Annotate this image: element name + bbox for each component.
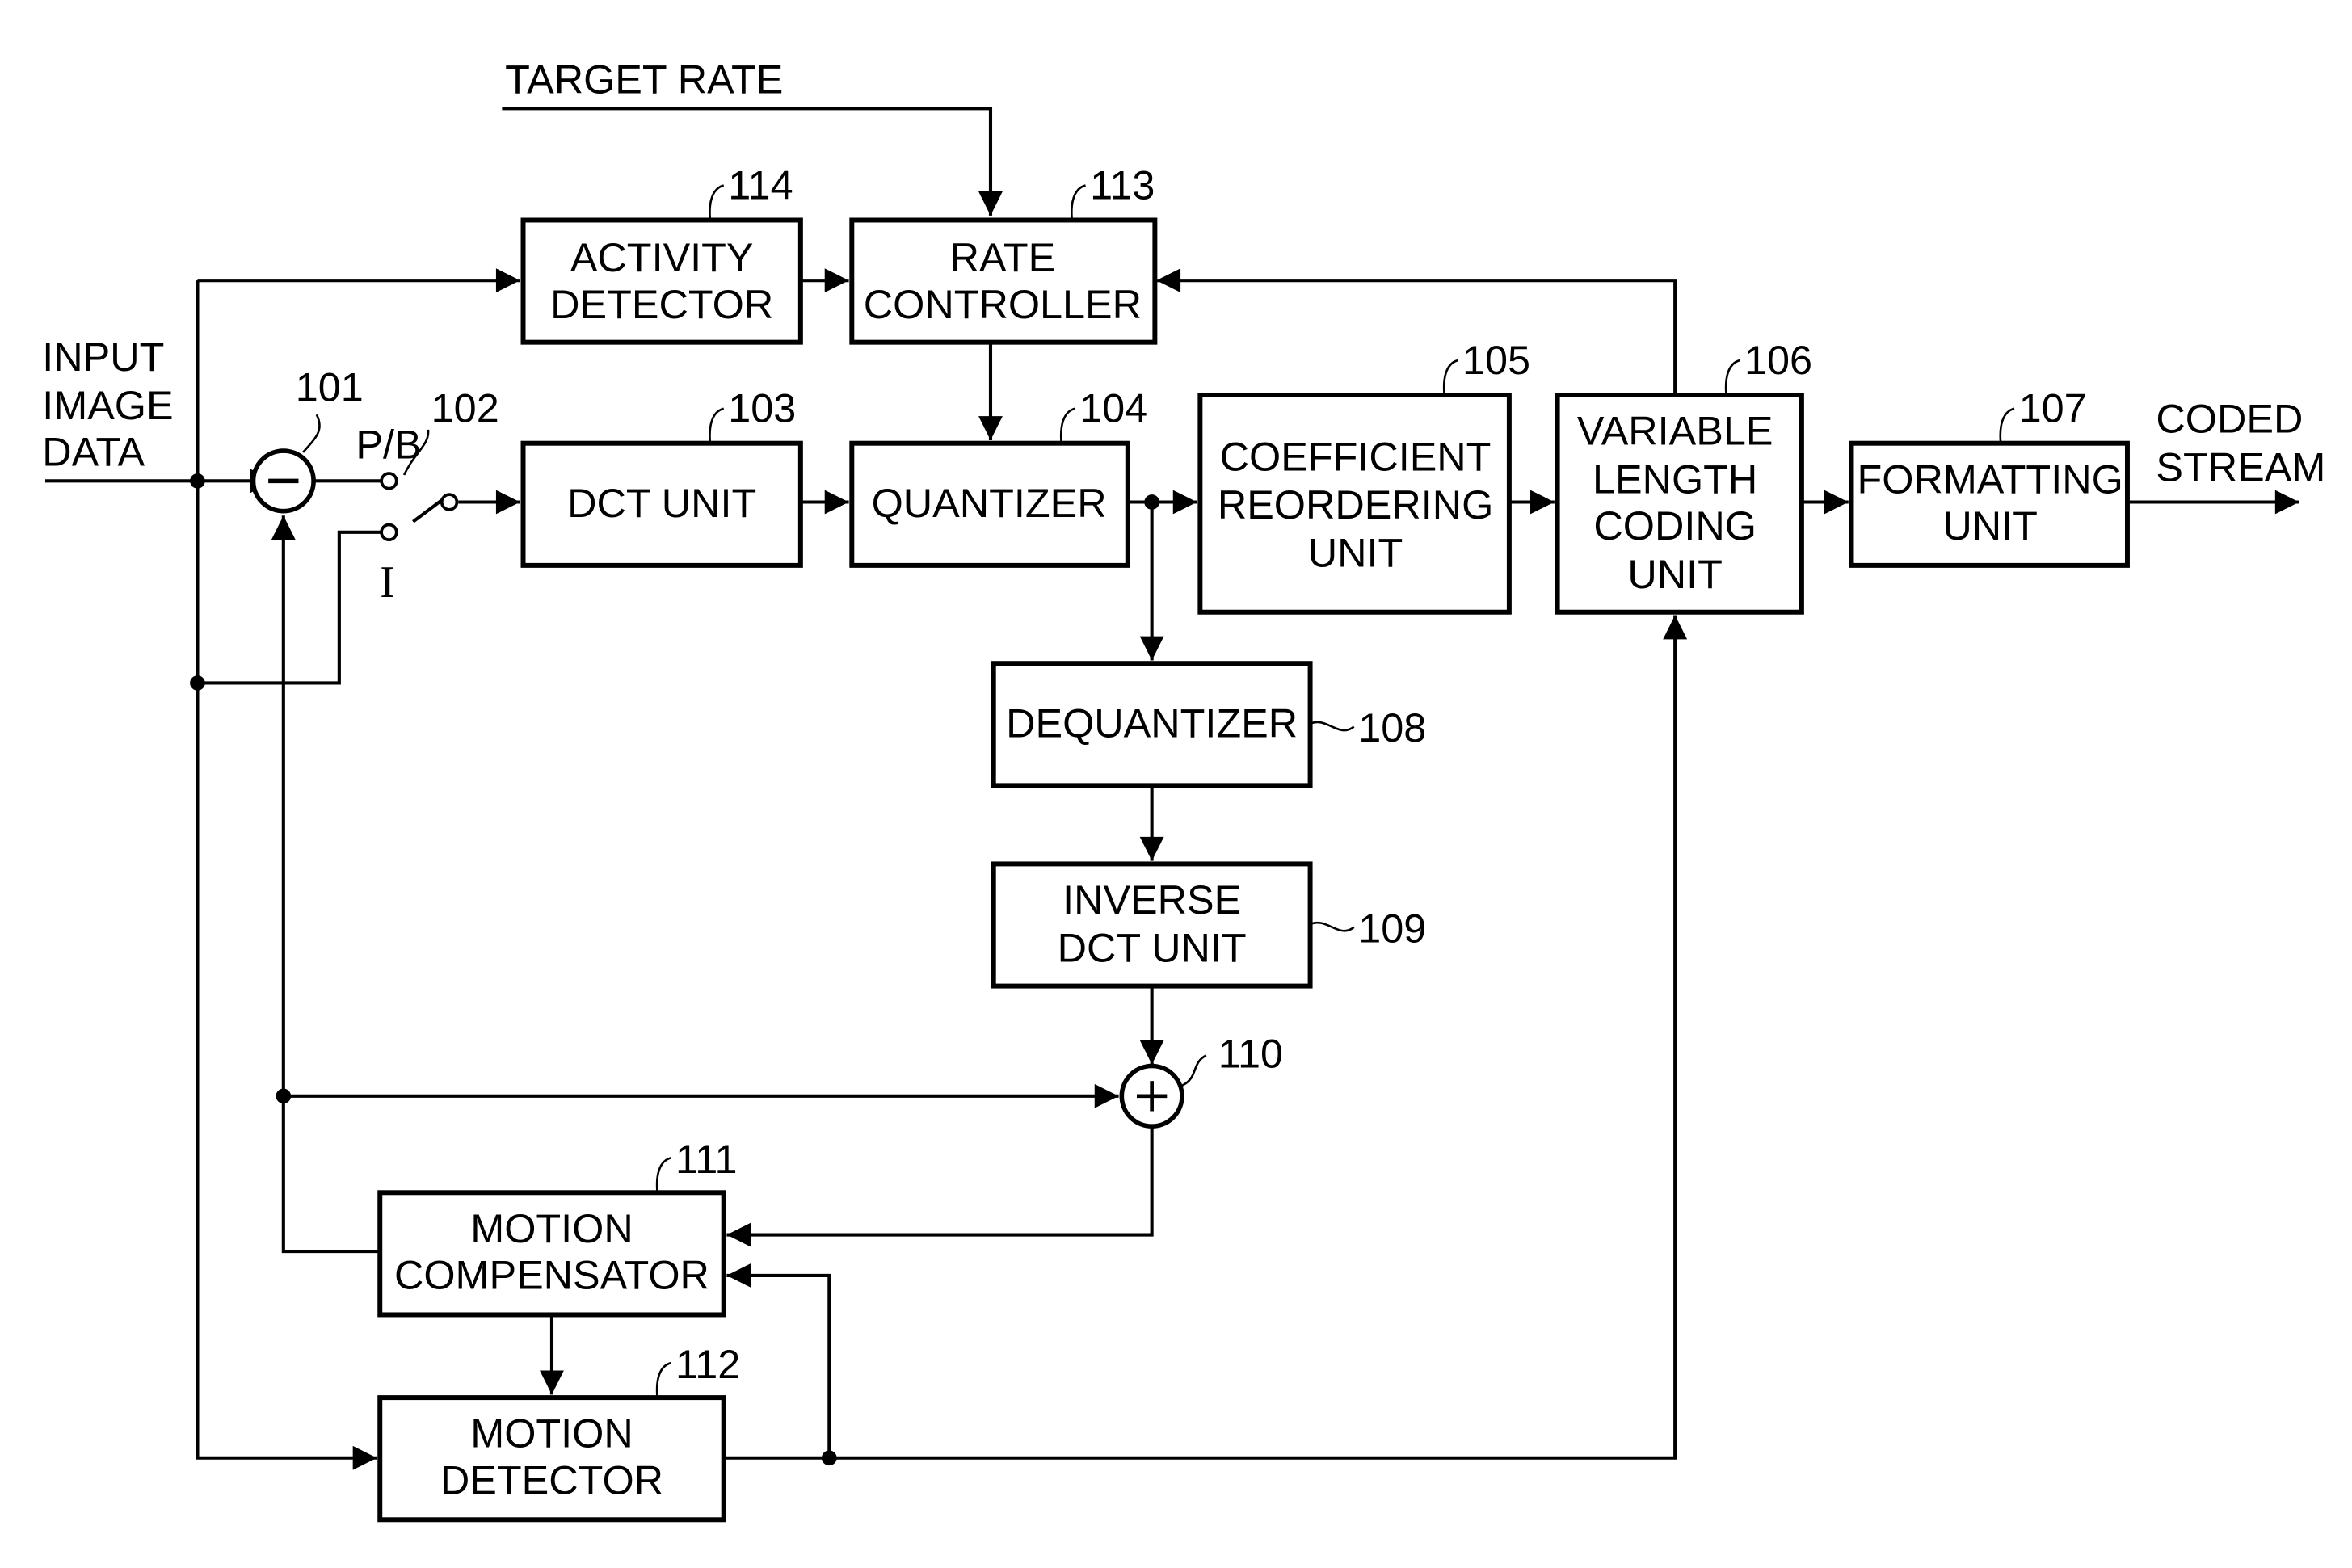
junction-dot [821, 1450, 837, 1466]
svg-text:UNIT: UNIT [1942, 502, 2038, 549]
svg-text:CODED: CODED [2156, 396, 2303, 442]
ref-leader [709, 407, 725, 443]
wire-vlc-to-rate [1156, 268, 1677, 395]
svg-text:IMAGE: IMAGE [42, 382, 173, 428]
svg-text:DETECTOR: DETECTOR [550, 281, 773, 327]
svg-text:CONTROLLER: CONTROLLER [864, 281, 1142, 327]
svg-text:UNIT: UNIT [1627, 551, 1723, 597]
block-coefficient-reordering-unit[interactable]: COEFFICIENT REORDERING UNIT 105 [1197, 337, 1530, 615]
svg-text:CODING: CODING [1593, 502, 1756, 549]
svg-text:COEFFICIENT: COEFFICIENT [1220, 433, 1492, 479]
ref-leader [1310, 721, 1355, 732]
junction-dot [1144, 494, 1159, 510]
wire-to-switch-i [197, 530, 382, 685]
ref-leader [1059, 407, 1075, 443]
svg-text:STREAM: STREAM [2156, 443, 2325, 490]
ref-number: 104 [1079, 385, 1147, 431]
ref-leader [1310, 921, 1355, 932]
svg-text:ACTIVITY: ACTIVITY [570, 234, 754, 280]
coded-stream-label: CODED STREAM [2156, 396, 2325, 490]
block-dequantizer[interactable]: DEQUANTIZER 108 [991, 661, 1427, 788]
svg-text:MOTION: MOTION [470, 1205, 633, 1251]
block-dct-unit[interactable]: DCT UNIT 103 [520, 385, 803, 568]
svg-text:FORMATTING: FORMATTING [1858, 456, 2123, 502]
switch-lever [412, 498, 444, 523]
ref-leader [302, 414, 321, 453]
switch-contact-i [380, 523, 398, 542]
svg-text:DEQUANTIZER: DEQUANTIZER [1006, 700, 1298, 746]
ref-number: 108 [1358, 704, 1426, 750]
switch-contact-pb [380, 472, 398, 490]
ref-leader [1999, 407, 2015, 443]
svg-text:DCT UNIT: DCT UNIT [567, 480, 756, 526]
svg-text:DCT UNIT: DCT UNIT [1058, 925, 1247, 971]
wire-mc-to-sub [271, 515, 379, 1254]
svg-text:INVERSE: INVERSE [1062, 876, 1241, 923]
junction-dot [276, 1088, 292, 1104]
block-inverse-dct-unit[interactable]: INVERSE DCT UNIT 109 [991, 861, 1427, 989]
wire-mv-to-mc [726, 1263, 831, 1458]
svg-text:COMPENSATOR: COMPENSATOR [394, 1252, 709, 1298]
wire-adder-to-mc [726, 1128, 1154, 1247]
block-rate-controller[interactable]: RATE CONTROLLER 113 [849, 162, 1158, 345]
ref-number: 113 [1090, 162, 1155, 208]
svg-text:DATA: DATA [42, 429, 145, 475]
block-quantizer[interactable]: QUANTIZER 104 [849, 385, 1147, 568]
switch-102: P/B I 102 [356, 385, 499, 608]
svg-text:101: 101 [296, 364, 364, 410]
block-motion-compensator[interactable]: MOTION COMPENSATOR 111 [377, 1136, 738, 1318]
block-motion-detector[interactable]: MOTION DETECTOR 112 [377, 1341, 740, 1523]
block-variable-length-coding-unit[interactable]: VARIABLE LENGTH CODING UNIT 106 [1555, 337, 1812, 615]
svg-text:QUANTIZER: QUANTIZER [872, 480, 1107, 526]
ref-leader [709, 184, 725, 221]
ref-number: 107 [2019, 385, 2087, 431]
switch-i-label: I [380, 557, 395, 607]
ref-number: 103 [728, 385, 796, 431]
svg-text:VARIABLE: VARIABLE [1577, 408, 1773, 454]
svg-text:RATE: RATE [950, 234, 1056, 280]
block-activity-detector[interactable]: ACTIVITY DETECTOR 114 [520, 162, 803, 345]
input-image-data-label: INPUT IMAGE DATA [42, 334, 173, 475]
svg-text:DETECTOR: DETECTOR [440, 1457, 663, 1503]
ref-leader [1442, 359, 1458, 396]
svg-text:102: 102 [431, 385, 499, 431]
ref-leader [1724, 359, 1740, 396]
svg-text:UNIT: UNIT [1308, 530, 1403, 576]
encoder-block-diagram: TARGET RATE INPUT IMAGE DATA CODED STREA… [42, 57, 2325, 1523]
junction-dot [190, 675, 205, 691]
ref-number: 105 [1462, 337, 1530, 383]
ref-leader [655, 1157, 671, 1193]
subtractor-101: 101 [250, 364, 364, 514]
svg-text:LENGTH: LENGTH [1593, 456, 1757, 502]
svg-text:INPUT: INPUT [42, 334, 164, 380]
svg-text:REORDERING: REORDERING [1218, 481, 1493, 528]
ref-number: 112 [675, 1341, 740, 1387]
target-rate-label: TARGET RATE [505, 57, 783, 103]
block-formatting-unit[interactable]: FORMATTING UNIT 107 [1849, 385, 2130, 568]
switch-contact-common [440, 493, 459, 511]
adder-110: 110 [1119, 1030, 1283, 1129]
ref-leader [1181, 1054, 1207, 1087]
ref-number: 106 [1744, 337, 1812, 383]
ref-number: 114 [728, 162, 793, 208]
ref-leader [655, 1361, 671, 1398]
ref-number: 111 [675, 1136, 738, 1182]
junction-dot [190, 473, 205, 489]
svg-text:110: 110 [1218, 1030, 1283, 1076]
svg-text:MOTION: MOTION [470, 1410, 633, 1457]
ref-leader [1071, 184, 1086, 221]
ref-number: 109 [1358, 905, 1426, 951]
